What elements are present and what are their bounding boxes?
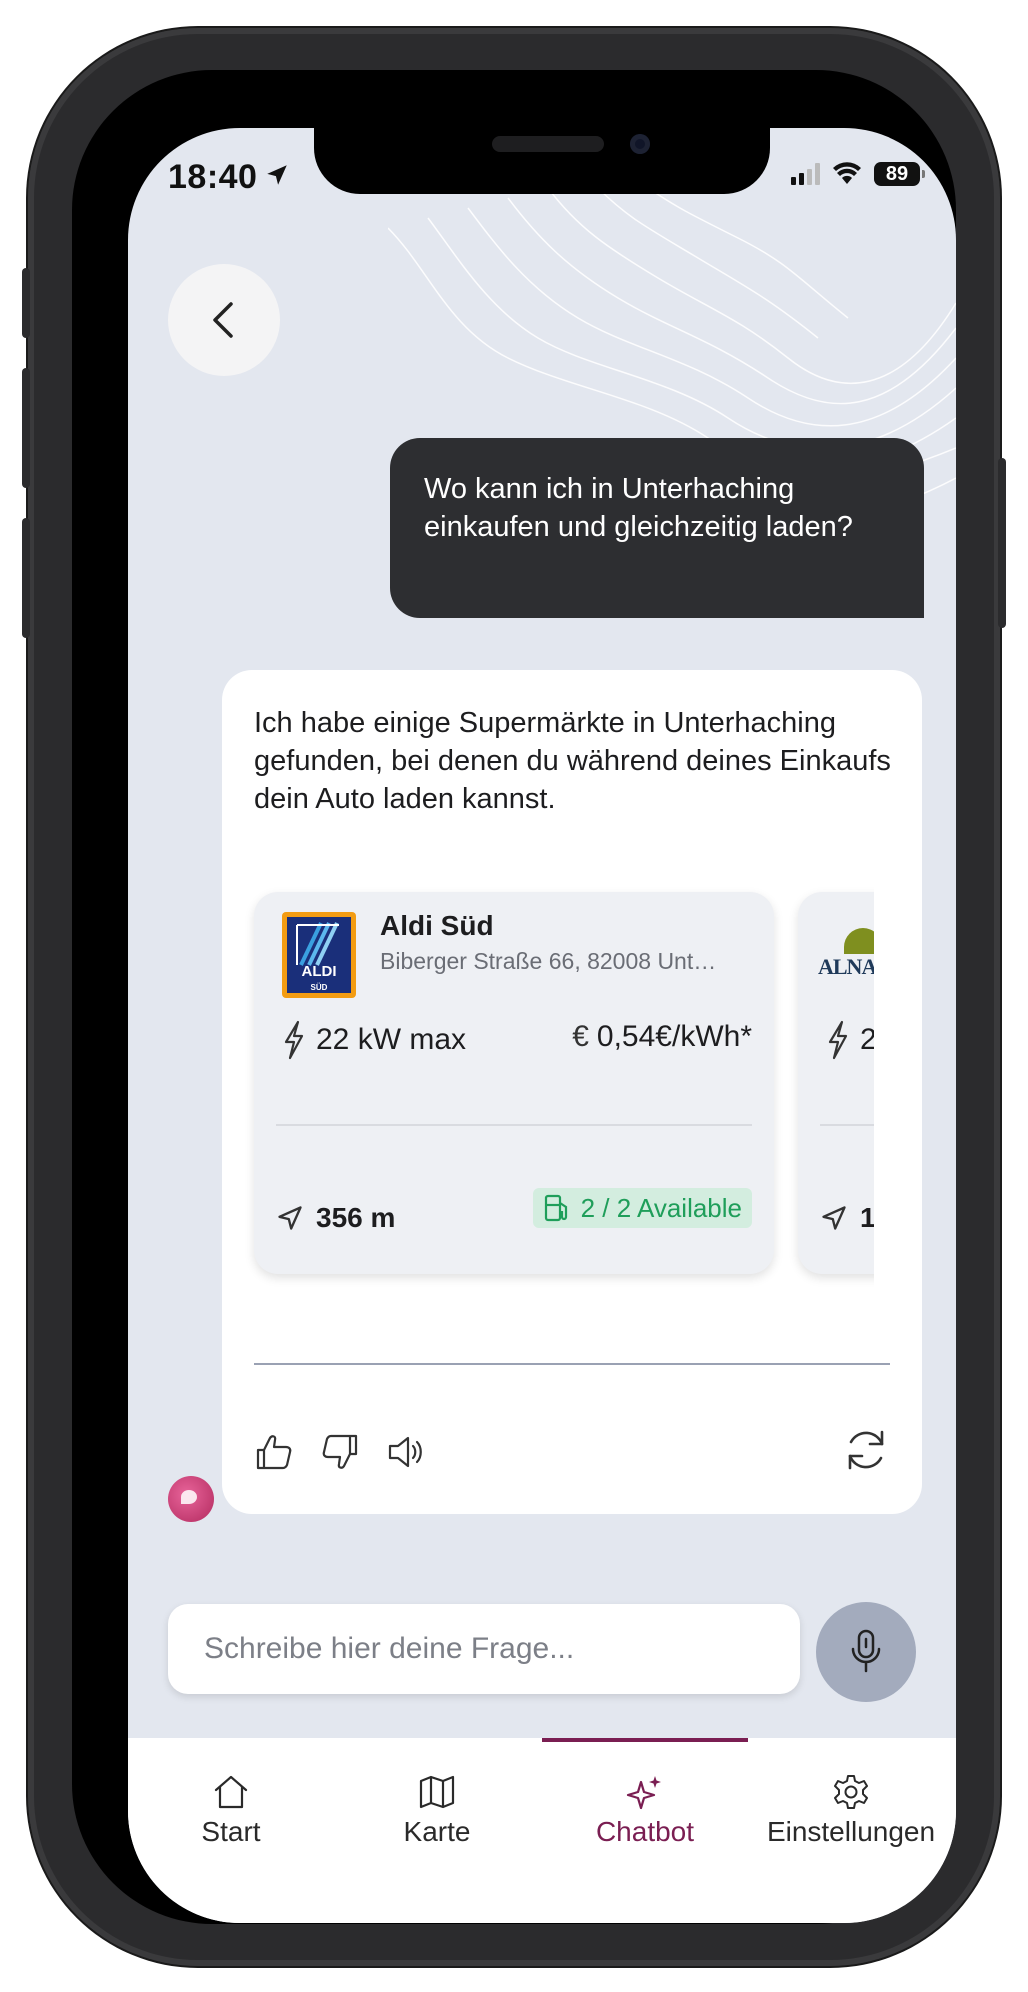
availability-text: 2 / 2 Available: [580, 1192, 742, 1223]
battery-icon: 89: [874, 162, 925, 186]
bottom-tab-bar: Start Karte Chatbot Einstellungen: [128, 1738, 956, 1923]
alnatura-logo: ALNATU: [818, 928, 874, 980]
microphone-icon: [851, 1629, 881, 1673]
tab-einstellungen[interactable]: Einstellungen: [748, 1772, 954, 1848]
power-value: 22 kW max: [316, 1023, 467, 1056]
station-power: 22 kW max: [282, 1020, 466, 1060]
location-arrow-icon: [267, 165, 287, 185]
chevron-left-icon: [213, 302, 233, 338]
screen: 18:40 89 Wo kann ich in Unterhaching ein…: [128, 128, 956, 1923]
tab-label: Einstellungen: [766, 1816, 936, 1847]
message-divider: [254, 1363, 890, 1365]
station-price: € 0,54€/kWh*: [572, 1020, 752, 1054]
station-distance: 356 m: [276, 1202, 395, 1234]
station-card-alnatura[interactable]: ALNATU 2: 1.7: [798, 892, 874, 1274]
question-input[interactable]: [202, 1631, 776, 1667]
lightning-icon: [828, 1020, 848, 1060]
price-value: 0,54€/kWh*: [596, 1020, 752, 1053]
charging-station-icon: [544, 1194, 567, 1222]
speaker-icon[interactable]: [386, 1432, 426, 1472]
tab-label: Chatbot: [595, 1816, 695, 1847]
status-indicators: 89: [791, 162, 925, 186]
user-message-bubble: Wo kann ich in Unterhaching einkaufen un…: [390, 438, 924, 618]
aldi-logo: ALDI SÜD: [282, 912, 356, 998]
tab-label: Start: [201, 1816, 261, 1847]
wifi-icon: [833, 162, 861, 184]
home-icon: [214, 1775, 248, 1809]
bot-message-card: Ich habe einige Supermärkte in Unterhach…: [222, 670, 922, 1514]
map-icon: [419, 1775, 455, 1809]
navigation-arrow-icon: [278, 1206, 302, 1230]
power-value: 2:: [860, 1023, 874, 1056]
tab-label: Karte: [403, 1816, 471, 1847]
distance-value: 356 m: [316, 1202, 396, 1233]
station-distance: 1.7: [820, 1202, 874, 1234]
phone-frame: 18:40 89 Wo kann ich in Unterhaching ein…: [22, 28, 1006, 1966]
sparkle-icon: [626, 1776, 661, 1810]
distance-value: 1.7: [860, 1202, 874, 1233]
bot-message-text: Ich habe einige Supermärkte in Unterhach…: [254, 707, 891, 815]
station-name: Aldi Süd: [380, 910, 494, 941]
station-card-aldi[interactable]: ALDI SÜD Aldi Süd Biberger Straße 66, 82…: [254, 892, 774, 1274]
tab-karte[interactable]: Karte: [334, 1772, 540, 1848]
notch: [314, 128, 770, 194]
card-divider: [276, 1124, 752, 1126]
regenerate-icon[interactable]: [842, 1426, 890, 1474]
back-button[interactable]: [168, 264, 280, 376]
thumbs-down-icon[interactable]: [320, 1432, 360, 1472]
question-input-container: [168, 1604, 800, 1694]
station-address: Biberger Straße 66, 82008 Unt…: [380, 948, 717, 974]
active-tab-indicator: [542, 1738, 748, 1742]
card-divider: [820, 1124, 874, 1126]
euro-icon: €: [572, 1020, 589, 1053]
station-carousel[interactable]: ALDI SÜD Aldi Süd Biberger Straße 66, 82…: [242, 882, 874, 1302]
station-power: 2:: [826, 1020, 874, 1060]
tab-start[interactable]: Start: [128, 1772, 334, 1848]
availability-badge: 2 / 2 Available: [532, 1188, 752, 1228]
cellular-signal-icon: [791, 163, 820, 185]
microphone-button[interactable]: [816, 1602, 916, 1702]
bot-avatar: [168, 1476, 214, 1522]
navigation-arrow-icon: [822, 1206, 846, 1230]
status-time: 18:40: [168, 158, 258, 196]
gear-icon: [834, 1775, 868, 1809]
lightning-icon: [284, 1020, 304, 1060]
feedback-actions: [254, 1432, 426, 1472]
tab-chatbot[interactable]: Chatbot: [542, 1772, 748, 1848]
thumbs-up-icon[interactable]: [254, 1432, 294, 1472]
